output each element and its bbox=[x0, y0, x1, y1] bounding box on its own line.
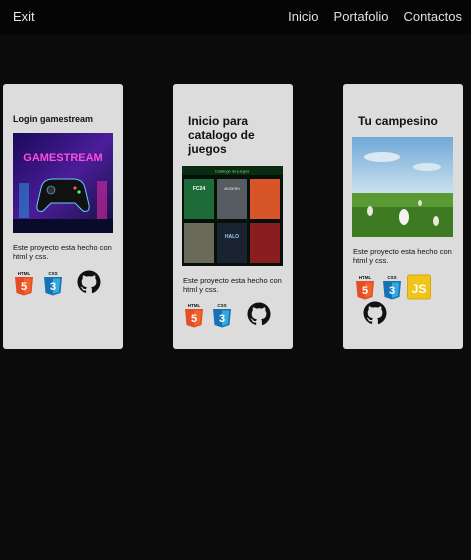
project-thumbnail-campesino[interactable] bbox=[352, 137, 453, 237]
html5-icon: HTML 5 bbox=[15, 271, 33, 296]
project-description: Este proyecto esta hecho con html y css. bbox=[353, 247, 452, 265]
project-card-catalogo-juegos: Inicio para catalogo de juegos Catálogo … bbox=[173, 84, 293, 349]
project-thumbnail-gamestream[interactable]: GAMESTREAM bbox=[13, 133, 113, 233]
thumbnail-text: GAMESTREAM bbox=[23, 152, 102, 164]
css3-icon: CSS 3 bbox=[383, 275, 401, 300]
svg-text:HTML: HTML bbox=[359, 275, 372, 280]
html5-icon: HTML 5 bbox=[185, 303, 203, 328]
svg-text:HTML: HTML bbox=[188, 303, 201, 308]
svg-text:CSS: CSS bbox=[217, 303, 226, 308]
css3-icon: CSS 3 bbox=[213, 303, 231, 328]
github-icon[interactable] bbox=[76, 270, 102, 294]
project-title: Inicio para catalogo de juegos bbox=[188, 114, 255, 156]
svg-text:5: 5 bbox=[21, 281, 27, 293]
svg-text:5: 5 bbox=[362, 285, 368, 297]
project-description: Este proyecto esta hecho con html y css. bbox=[13, 243, 112, 261]
svg-text:3: 3 bbox=[219, 313, 225, 325]
svg-text:JS: JS bbox=[412, 282, 427, 296]
project-card-login-gamestream: Login gamestream GAMESTREAM Este proyect… bbox=[3, 84, 123, 349]
svg-text:MODERN: MODERN bbox=[224, 187, 240, 191]
project-thumbnail-catalogo[interactable]: Catálogo de juegos FC24 MODERN HALO bbox=[182, 166, 283, 266]
project-card-tu-campesino: Tu campesino Este proyecto esta hecho co… bbox=[343, 84, 463, 349]
top-navbar: Exit Inicio Portafolio Contactos bbox=[0, 0, 471, 34]
js-icon: JS bbox=[407, 274, 431, 300]
main-nav: Inicio Portafolio Contactos bbox=[288, 9, 462, 24]
svg-text:FC24: FC24 bbox=[193, 186, 205, 192]
svg-text:CSS: CSS bbox=[387, 275, 396, 280]
svg-text:CSS: CSS bbox=[48, 271, 57, 276]
svg-text:3: 3 bbox=[50, 281, 56, 293]
svg-text:HTML: HTML bbox=[18, 271, 31, 276]
nav-link-portafolio[interactable]: Portafolio bbox=[334, 9, 389, 24]
project-title: Login gamestream bbox=[13, 114, 94, 124]
nav-link-inicio[interactable]: Inicio bbox=[288, 9, 318, 24]
github-icon[interactable] bbox=[246, 302, 272, 326]
svg-text:3: 3 bbox=[389, 285, 395, 297]
css3-icon: CSS 3 bbox=[44, 271, 62, 296]
project-description: Este proyecto esta hecho con html y css. bbox=[183, 276, 282, 294]
svg-text:5: 5 bbox=[191, 313, 197, 325]
project-title: Tu campesino bbox=[358, 114, 438, 128]
exit-link[interactable]: Exit bbox=[13, 9, 35, 24]
nav-link-contactos[interactable]: Contactos bbox=[403, 9, 462, 24]
html5-icon: HTML 5 bbox=[356, 275, 374, 300]
github-icon[interactable] bbox=[362, 301, 388, 325]
thumbnail-text: Catálogo de juegos bbox=[215, 169, 249, 174]
svg-text:HALO: HALO bbox=[225, 234, 239, 240]
